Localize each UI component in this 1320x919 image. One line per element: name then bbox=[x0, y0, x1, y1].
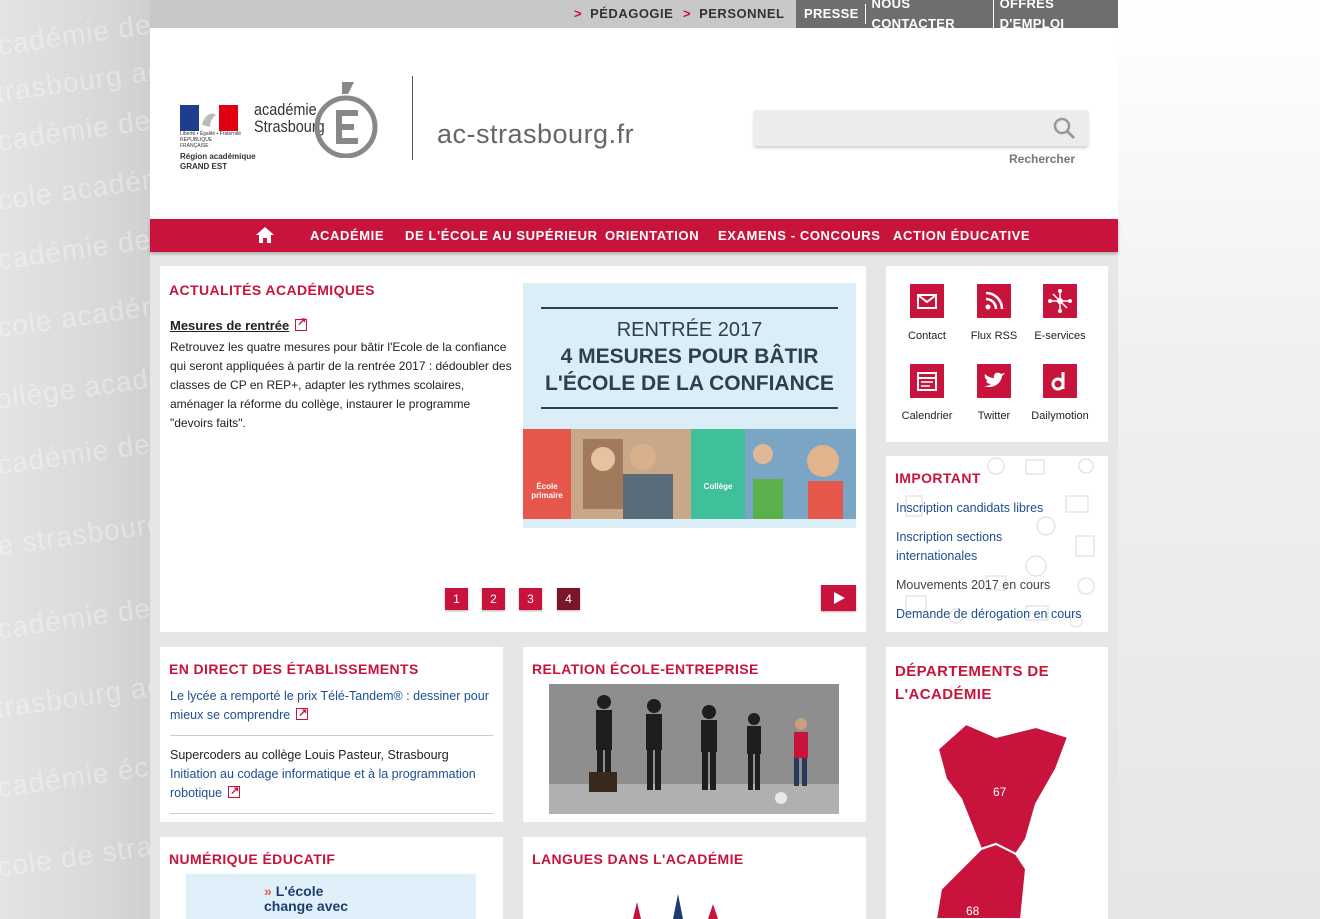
quick-link-calendrier[interactable]: Calendrier bbox=[892, 364, 962, 422]
departement-68-label[interactable]: 68 bbox=[966, 904, 979, 918]
langues-panel: LANGUES DANS L'ACADÉMIE bbox=[523, 837, 866, 919]
quick-link-eservices[interactable]: E-services bbox=[1025, 284, 1095, 342]
numerique-promo-banner[interactable]: » L'école change avec bbox=[186, 874, 476, 919]
langues-title: LANGUES DANS L'ACADÉMIE bbox=[532, 851, 744, 867]
departements-map bbox=[934, 722, 1070, 919]
top-utility-bar: > PÉDAGOGIE > PERSONNEL PRESSE NOUS CONTAC… bbox=[150, 0, 1118, 34]
calendar-icon bbox=[910, 364, 944, 398]
departements-title: DÉPARTEMENTS DE L'ACADÉMIE bbox=[895, 663, 1050, 703]
region-academique-label: Région académique GRAND EST bbox=[180, 152, 256, 171]
external-link-icon bbox=[228, 782, 241, 801]
news-item-text: Retrouvez les quatre mesures pour bâtir … bbox=[170, 340, 512, 430]
banner-line3: L'ÉCOLE DE LA CONFIANCE bbox=[545, 372, 834, 395]
search-icon[interactable] bbox=[1052, 116, 1076, 140]
important-link-candidats-libres[interactable]: Inscription candidats libres bbox=[896, 499, 1043, 518]
news-item-link[interactable]: Mesures de rentrée bbox=[170, 315, 308, 333]
numerique-panel: NUMÉRIQUE ÉDUCATIF » L'école change avec bbox=[160, 837, 503, 919]
search-label[interactable]: Rechercher bbox=[1009, 152, 1075, 166]
relation-panel: RELATION ÉCOLE-ENTREPRISE bbox=[523, 647, 866, 822]
background-right bbox=[1118, 0, 1320, 919]
network-icon bbox=[1043, 284, 1077, 318]
pager-page-2[interactable]: 2 bbox=[482, 588, 505, 610]
twitter-icon bbox=[977, 364, 1011, 398]
banner-line2: 4 MESURES POUR BÂTIR bbox=[560, 345, 819, 368]
pager-page-1[interactable]: 1 bbox=[445, 588, 468, 610]
landmarks-illustration bbox=[633, 894, 718, 919]
promo-line-1: » L'école bbox=[264, 883, 324, 899]
direct-item-1-link[interactable]: Le lycée a remporté le prix Télé-Tandem®… bbox=[170, 687, 493, 725]
external-link-icon bbox=[296, 704, 309, 723]
banner-rule-bottom bbox=[541, 407, 838, 409]
republique-francaise-text: Liberté • Égalité • Fraternité RÉPUBLIQU… bbox=[180, 131, 242, 149]
promo-line-2: change avec bbox=[264, 898, 349, 914]
banner-rule-top bbox=[541, 307, 838, 309]
important-title: IMPORTANT bbox=[895, 470, 981, 486]
banner-line1: RENTRÉE 2017 bbox=[616, 319, 763, 341]
quick-link-twitter[interactable]: Twitter bbox=[959, 364, 1029, 422]
topbar-link-personnel[interactable]: > PERSONNEL bbox=[683, 6, 785, 21]
header-separator bbox=[412, 76, 413, 160]
direct-item-2-link[interactable]: Initiation au codage informatique et à l… bbox=[170, 765, 493, 803]
important-link-mouvements[interactable]: Mouvements 2017 en cours bbox=[896, 576, 1050, 595]
direct-separator bbox=[170, 813, 493, 814]
important-link-sections-internationales[interactable]: Inscription sections internationales bbox=[896, 528, 1046, 566]
quick-link-contact[interactable]: Contact bbox=[892, 284, 962, 342]
direct-panel: EN DIRECT DES ÉTABLISSEMENTS Le lycée a … bbox=[160, 647, 503, 822]
topbar-link-pedagogie[interactable]: > PÉDAGOGIE bbox=[574, 6, 673, 21]
relation-photo[interactable] bbox=[549, 684, 839, 814]
site-domain: ac-strasbourg.fr bbox=[437, 119, 635, 149]
topbar-dark-links: PRESSE NOUS CONTACTER OFFRES D'EMPLOI bbox=[796, 0, 1118, 34]
academie-e-logo[interactable] bbox=[312, 80, 380, 158]
main-nav: ACADÉMIE DE L'ÉCOLE AU SUPÉRIEUR ORIENTA… bbox=[150, 219, 1118, 252]
topbar-link-label: PERSONNEL bbox=[699, 6, 785, 21]
nav-item-examens-concours[interactable]: EXAMENS - CONCOURS bbox=[718, 228, 880, 243]
quick-link-rss[interactable]: Flux RSS bbox=[959, 284, 1029, 342]
page-container: > PÉDAGOGIE > PERSONNEL PRESSE NOUS CONTAC… bbox=[150, 0, 1118, 919]
topbar-link-label: PÉDAGOGIE bbox=[590, 6, 674, 21]
nav-item-orientation[interactable]: ORIENTATION bbox=[605, 228, 699, 243]
play-next-button[interactable] bbox=[821, 585, 856, 611]
rss-icon bbox=[977, 284, 1011, 318]
double-chevron-icon: » bbox=[264, 883, 272, 899]
mail-icon bbox=[910, 284, 944, 318]
nav-item-academie[interactable]: ACADÉMIE bbox=[310, 228, 384, 243]
news-panel: ACTUALITÉS ACADÉMIQUES Mesures de rentré… bbox=[160, 266, 866, 632]
topbar-link-presse[interactable]: PRESSE bbox=[796, 4, 866, 24]
departement-68-shape[interactable] bbox=[934, 842, 1028, 919]
banner-photo-strip bbox=[523, 429, 856, 519]
marianne-logo[interactable] bbox=[180, 105, 238, 131]
news-title: ACTUALITÉS ACADÉMIQUES bbox=[169, 282, 375, 298]
chevron-right-icon: > bbox=[683, 6, 692, 21]
banner-tag-ecole-primaire: École primaire bbox=[531, 482, 563, 500]
departements-panel: DÉPARTEMENTS DE L'ACADÉMIE 67 68 bbox=[886, 647, 1108, 919]
important-panel: IMPORTANT Inscription candidats libres I… bbox=[886, 456, 1108, 632]
pager-page-4[interactable]: 4 bbox=[557, 588, 580, 610]
nav-item-action-educative[interactable]: ACTION ÉDUCATIVE bbox=[893, 228, 1030, 243]
dailymotion-icon bbox=[1043, 364, 1077, 398]
site-header: Liberté • Égalité • Fraternité RÉPUBLIQU… bbox=[150, 28, 1118, 219]
chevron-right-icon: > bbox=[574, 6, 583, 21]
external-link-icon bbox=[295, 315, 308, 331]
relation-title: RELATION ÉCOLE-ENTREPRISE bbox=[532, 661, 759, 677]
numerique-title: NUMÉRIQUE ÉDUCATIF bbox=[169, 851, 336, 867]
search-input[interactable] bbox=[754, 110, 1088, 146]
banner-tag-college: Collège bbox=[703, 482, 733, 491]
direct-title: EN DIRECT DES ÉTABLISSEMENTS bbox=[169, 661, 419, 677]
nav-item-ecole-superieur[interactable]: DE L'ÉCOLE AU SUPÉRIEUR bbox=[405, 228, 598, 243]
news-visual-banner[interactable]: RENTRÉE 2017 4 MESURES POUR BÂTIR L'ÉCOL… bbox=[523, 283, 856, 528]
direct-item-2-title: Supercoders au collège Louis Pasteur, St… bbox=[170, 748, 449, 762]
quick-link-dailymotion[interactable]: Dailymotion bbox=[1025, 364, 1095, 422]
home-icon[interactable] bbox=[255, 226, 275, 244]
direct-separator bbox=[170, 735, 493, 736]
important-link-derogation[interactable]: Demande de dérogation en cours bbox=[896, 605, 1082, 624]
departement-67-label[interactable]: 67 bbox=[993, 785, 1006, 799]
quick-links-panel: Contact Flux RSS E-services Calendrier T… bbox=[886, 266, 1108, 442]
background-watermark-left: académie de strasbourg strasbourg académ… bbox=[0, 0, 150, 919]
pager-page-3[interactable]: 3 bbox=[519, 588, 542, 610]
